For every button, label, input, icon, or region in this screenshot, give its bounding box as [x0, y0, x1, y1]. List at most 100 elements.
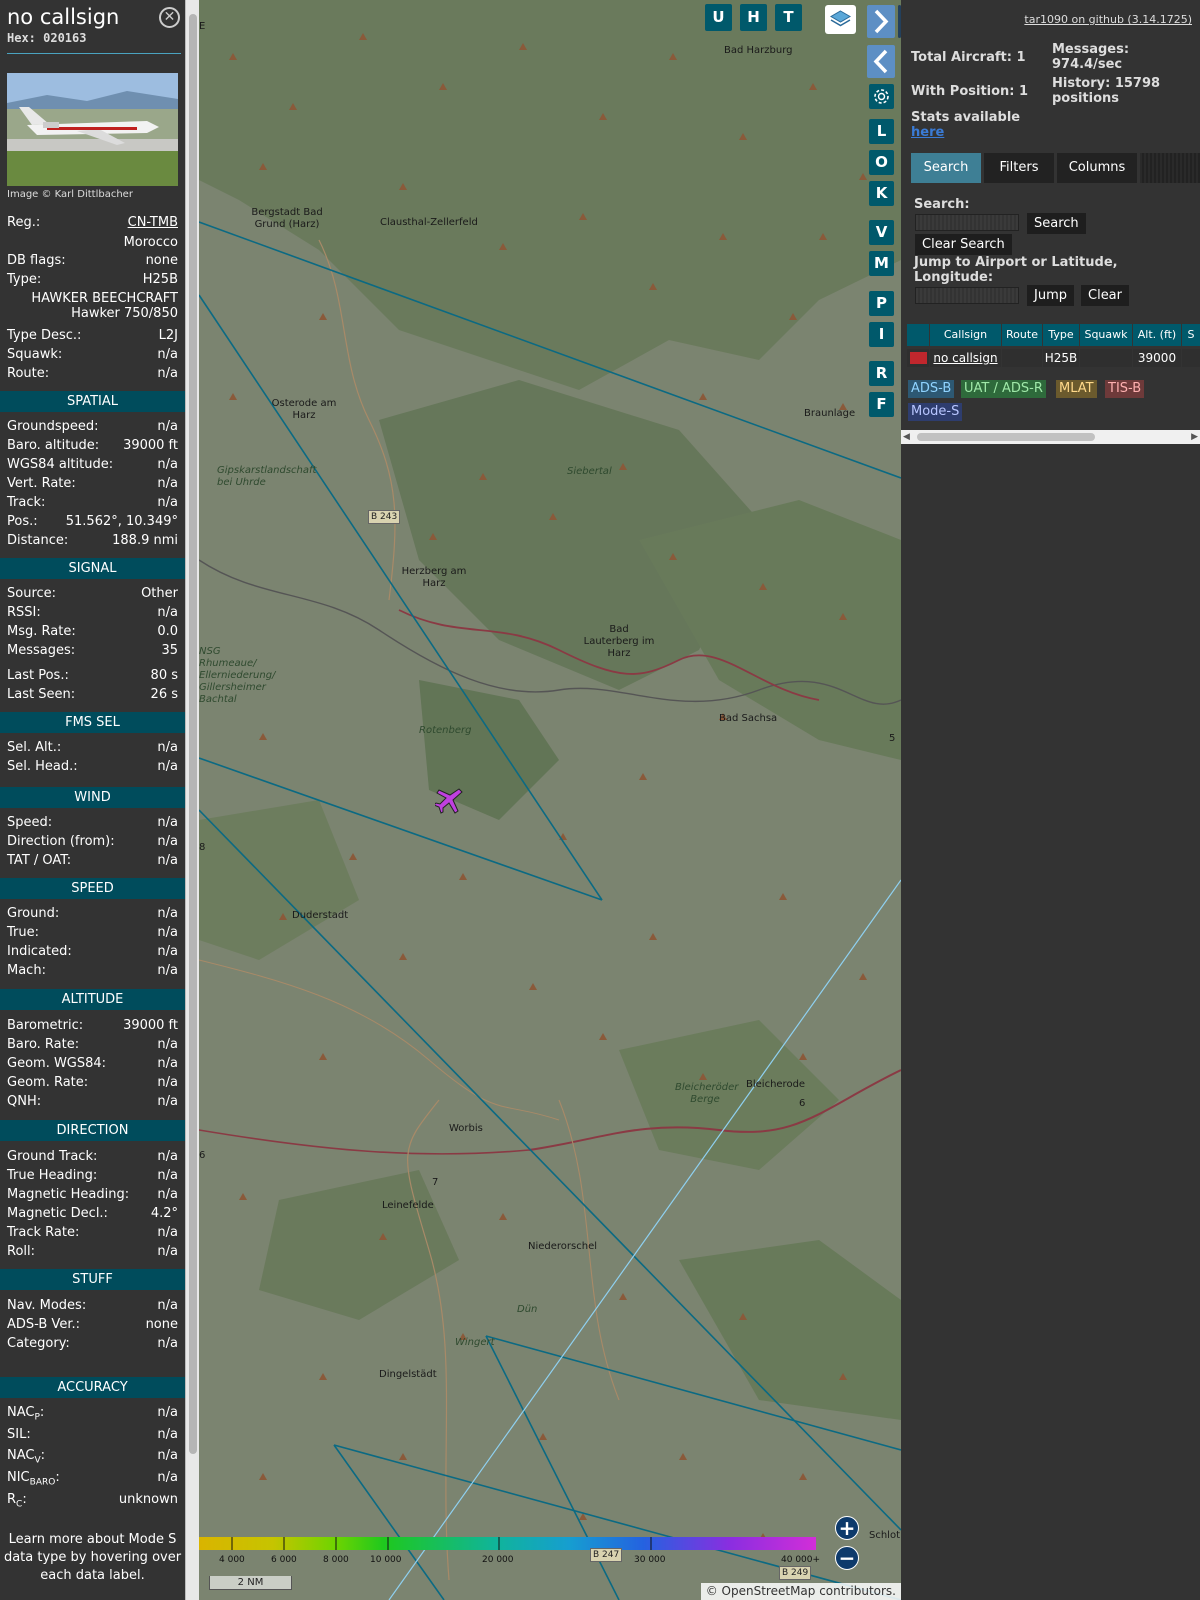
gear-icon — [874, 89, 889, 104]
info-row: Geom. WGS84: n/a — [7, 1056, 178, 1071]
tab-filters[interactable]: Filters — [984, 153, 1054, 183]
map-btn-t[interactable]: T — [775, 4, 802, 31]
map-label: Clausthal-Zellerfeld — [380, 217, 478, 228]
info-row: Speed: n/a — [7, 815, 178, 830]
registration-link[interactable]: CN-TMB — [128, 215, 178, 230]
table-row-type[interactable]: H25B — [1043, 349, 1079, 367]
aircraft-marker-icon[interactable] — [433, 786, 465, 816]
right-sidebar: tar1090 on github (3.14.1725) Total Airc… — [901, 0, 1200, 1600]
collapse-left-button[interactable] — [867, 45, 895, 78]
map-btn-o[interactable]: O — [869, 150, 894, 175]
settings-button[interactable] — [869, 84, 894, 109]
scroll-right-icon[interactable]: ▶ — [1191, 432, 1198, 442]
table-row-flag[interactable] — [907, 349, 929, 367]
col-s[interactable]: S — [1182, 324, 1200, 346]
info-row-sil: SIL: n/a — [7, 1427, 178, 1442]
table-hscrollbar[interactable]: ◀ ▶ — [901, 430, 1200, 444]
map-btn-u[interactable]: U — [705, 4, 732, 31]
search-input[interactable] — [915, 214, 1019, 231]
info-row: WGS84 altitude: n/a — [7, 457, 178, 472]
legend-modes[interactable]: Mode-S — [908, 403, 963, 421]
info-row: Indicated: n/a — [7, 944, 178, 959]
col-route[interactable]: Route — [1002, 324, 1042, 346]
legend-tisb[interactable]: TIS-B — [1105, 380, 1145, 398]
jump-button[interactable]: Jump — [1027, 285, 1074, 306]
info-row: True Heading: n/a — [7, 1168, 178, 1183]
info-row: Ground Track: n/a — [7, 1149, 178, 1164]
map-label: Dün — [517, 1304, 538, 1315]
map-btn-p[interactable]: P — [869, 291, 894, 316]
col-squawk[interactable]: Squawk — [1080, 324, 1132, 346]
info-row: True: n/a — [7, 925, 178, 940]
tab-columns[interactable]: Columns — [1057, 153, 1137, 183]
legend-adsb[interactable]: ADS-B — [908, 380, 955, 398]
col-callsign[interactable]: Callsign — [930, 324, 1001, 346]
github-link[interactable]: tar1090 on github (3.14.1725) — [1024, 13, 1192, 26]
col-type[interactable]: Type — [1043, 324, 1079, 346]
squawk-row: Squawk: n/a — [7, 347, 178, 362]
legend-uat[interactable]: UAT / ADS-R — [961, 380, 1046, 398]
tab-search[interactable]: Search — [911, 153, 981, 183]
map-label: Wingert — [455, 1337, 495, 1348]
stats-here-link[interactable]: here — [911, 125, 944, 140]
colorbar-label: 8 000 — [323, 1555, 349, 1565]
zoom-out-button[interactable]: − — [835, 1546, 859, 1570]
map-btn-i[interactable]: I — [869, 322, 894, 347]
col-altitude[interactable]: Alt. (ft) — [1133, 324, 1181, 346]
colorbar-label: 4 000 — [219, 1555, 245, 1565]
messages-rate: Messages: 974.4/sec — [1052, 42, 1130, 72]
map-label: 6 — [199, 1150, 206, 1161]
legend-mlat[interactable]: MLAT — [1056, 380, 1097, 398]
map-btn-f[interactable]: F — [869, 392, 894, 417]
section-speed: SPEED — [0, 878, 185, 899]
scroll-left-icon[interactable]: ◀ — [903, 432, 910, 442]
route-row: Route: n/a — [7, 366, 178, 381]
info-row: Sel. Alt.: n/a — [7, 740, 178, 755]
history-count: History: 15798 positions — [1052, 76, 1161, 106]
table-row-squawk[interactable] — [1080, 349, 1132, 367]
map-label: Bad Harzburg — [724, 45, 793, 56]
section-signal: SIGNAL — [0, 558, 185, 579]
info-row: Distance: 188.9 nmi — [7, 533, 178, 548]
section-stuff: STUFF — [0, 1269, 185, 1290]
type-name-1: HAWKER BEECHCRAFT — [31, 291, 178, 306]
info-row: Mach: n/a — [7, 963, 178, 978]
hscroll-thumb[interactable] — [917, 433, 1095, 441]
map-btn-k[interactable]: K — [869, 181, 894, 206]
map-attribution[interactable]: © OpenStreetMap contributors. — [700, 1583, 901, 1600]
close-icon[interactable]: ✕ — [159, 7, 180, 28]
scale-bar: 2 NM — [209, 1576, 292, 1590]
stats-available: Stats available — [911, 110, 1021, 125]
jump-label: Jump to Airport or Latitude, Longitude: — [914, 255, 1118, 285]
road-label: B 243 — [368, 510, 401, 524]
info-row: Direction (from): n/a — [7, 834, 178, 849]
info-row: TAT / OAT: n/a — [7, 853, 178, 868]
jump-input[interactable] — [915, 287, 1019, 304]
search-button[interactable]: Search — [1027, 213, 1086, 234]
clear-button[interactable]: Clear — [1081, 285, 1129, 306]
map-btn-r[interactable]: R — [869, 361, 894, 386]
aircraft-info-panel: no callsign Hex: 020163 ✕ Image © Karl D… — [0, 0, 185, 1600]
layers-button[interactable] — [825, 5, 856, 34]
map-btn-v[interactable]: V — [869, 220, 894, 245]
map-canvas[interactable]: E Bad Harzburg Bergstadt Bad Grund (Harz… — [199, 0, 901, 1600]
table-row-extra[interactable] — [1182, 349, 1200, 367]
info-row: Baro. altitude: 39000 ft — [7, 438, 178, 453]
expand-right-button[interactable] — [867, 5, 895, 38]
map-btn-m[interactable]: M — [869, 251, 894, 276]
table-row-callsign[interactable]: no callsign — [930, 349, 1001, 367]
zoom-in-button[interactable]: + — [835, 1516, 859, 1540]
map-label: Siebertal — [567, 466, 612, 477]
info-panel-scrollbar[interactable] — [185, 0, 199, 1600]
search-label: Search: — [914, 197, 970, 212]
map-label: Bleicheröder Berge — [675, 1082, 739, 1105]
table-row-altitude[interactable]: 39000 — [1133, 349, 1181, 367]
map-btn-h[interactable]: H — [740, 4, 767, 31]
scrollbar-thumb[interactable] — [189, 14, 197, 1454]
map-btn-l[interactable]: L — [869, 119, 894, 144]
table-row-route[interactable] — [1002, 349, 1042, 367]
map-label: Duderstadt — [292, 910, 349, 921]
road-label: B 249 — [779, 1566, 812, 1580]
clear-search-button[interactable]: Clear Search — [915, 234, 1012, 255]
aircraft-photo[interactable] — [7, 73, 178, 186]
